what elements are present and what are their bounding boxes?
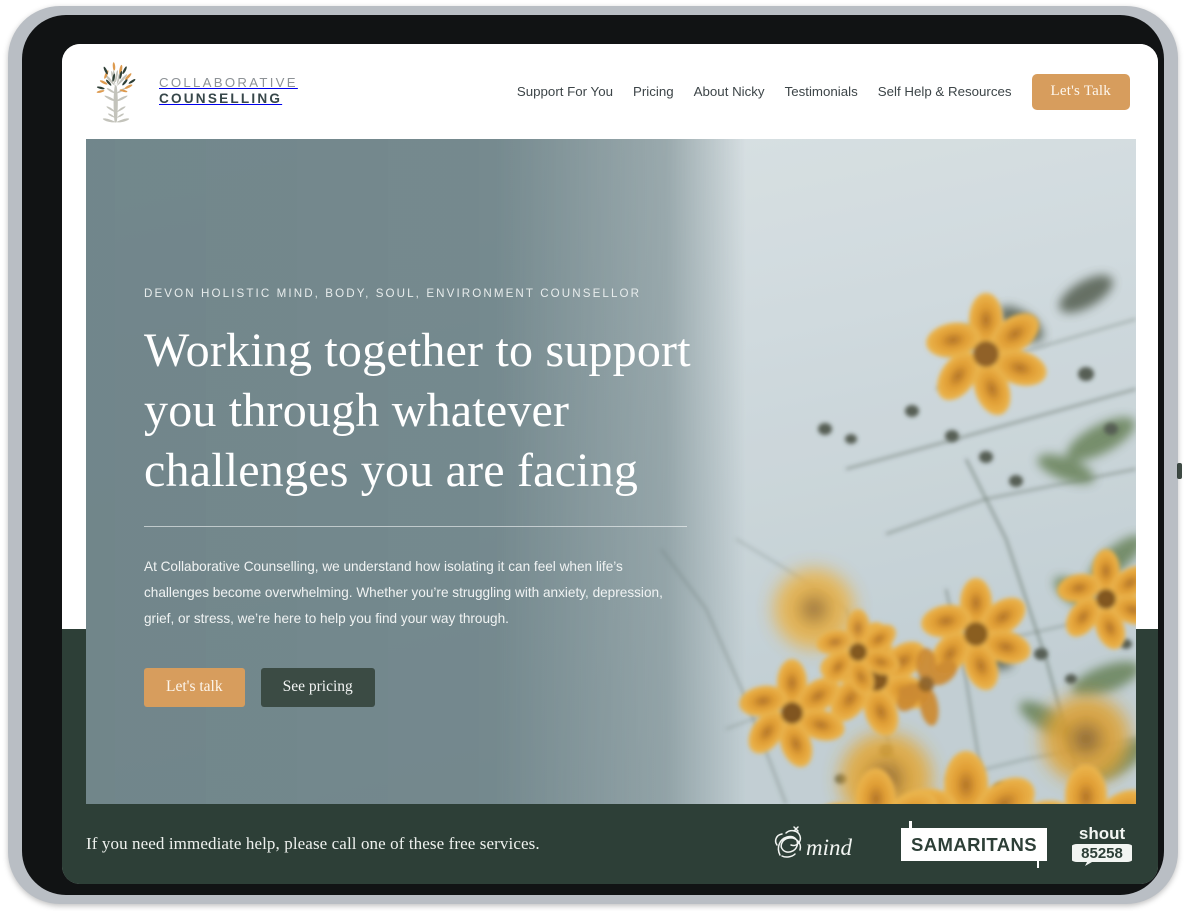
- mind-logo-text: mind: [806, 835, 853, 860]
- hero-see-pricing-button[interactable]: See pricing: [260, 667, 375, 707]
- brand-line-collaborative: COLLABORATIVE: [159, 75, 298, 91]
- mind-logo-link[interactable]: mind: [772, 825, 876, 863]
- nav-item-testimonials[interactable]: Testimonials: [785, 84, 858, 99]
- nav-item-pricing[interactable]: Pricing: [633, 84, 674, 99]
- footer-help-message: If you need immediate help, please call …: [86, 834, 540, 853]
- tablet-device-frame: COLLABORATIVE COUNSELLING Support For Yo…: [8, 6, 1182, 904]
- bezel-sensor-mark: [1177, 463, 1182, 479]
- device-bezel: COLLABORATIVE COUNSELLING Support For Yo…: [22, 15, 1182, 895]
- tree-icon: [96, 61, 136, 122]
- samaritans-tick-top-left: [909, 820, 912, 828]
- nav-item-self-help-resources[interactable]: Self Help & Resources: [878, 84, 1012, 99]
- hero-section: DEVON HOLISTIC MIND, BODY, SOUL, ENVIRON…: [86, 139, 1136, 804]
- hero-content: DEVON HOLISTIC MIND, BODY, SOUL, ENVIRON…: [144, 287, 704, 707]
- site-header: COLLABORATIVE COUNSELLING Support For Yo…: [62, 44, 1158, 139]
- hero-headline: Working together to support you through …: [144, 324, 691, 498]
- main-navigation: Support For You Pricing About Nicky Test…: [517, 73, 1130, 110]
- crisis-help-footer: If you need immediate help, please call …: [62, 804, 1158, 884]
- hero-eyebrow: DEVON HOLISTIC MIND, BODY, SOUL, ENVIRON…: [144, 287, 642, 300]
- hero-action-buttons: Let's talk See pricing: [144, 667, 704, 707]
- shout-logo-icon: shout 85258: [1072, 824, 1132, 866]
- brand-line-counselling: COUNSELLING: [159, 91, 283, 107]
- nav-lets-talk-button[interactable]: Let's Talk: [1031, 73, 1130, 110]
- shout-logo-link[interactable]: shout 85258: [1072, 822, 1132, 866]
- mind-logo-icon: mind: [774, 826, 853, 860]
- brand-wordmark: COLLABORATIVE COUNSELLING: [159, 75, 298, 108]
- samaritans-logo-box: SAMARITANS: [901, 820, 1047, 868]
- hero-divider: [144, 525, 687, 527]
- nav-item-support-for-you[interactable]: Support For You: [517, 84, 613, 99]
- browser-screen: COLLABORATIVE COUNSELLING Support For Yo…: [62, 44, 1158, 884]
- shout-logo-word: shout: [1079, 824, 1126, 843]
- brand-logo-link[interactable]: COLLABORATIVE COUNSELLING: [86, 60, 298, 124]
- samaritans-logo-text: SAMARITANS: [911, 833, 1037, 855]
- footer-partner-logos: mind SAMARITANS shout 85258: [772, 820, 1132, 868]
- hero-paragraph: At Collaborative Counselling, we underst…: [144, 558, 663, 626]
- shout-logo-number: 85258: [1081, 845, 1123, 862]
- samaritans-logo-link[interactable]: SAMARITANS: [901, 820, 1047, 868]
- nav-item-about-nicky[interactable]: About Nicky: [694, 84, 765, 99]
- hero-lets-talk-button[interactable]: Let's talk: [144, 667, 245, 707]
- samaritans-tick-bottom-right: [1036, 860, 1039, 868]
